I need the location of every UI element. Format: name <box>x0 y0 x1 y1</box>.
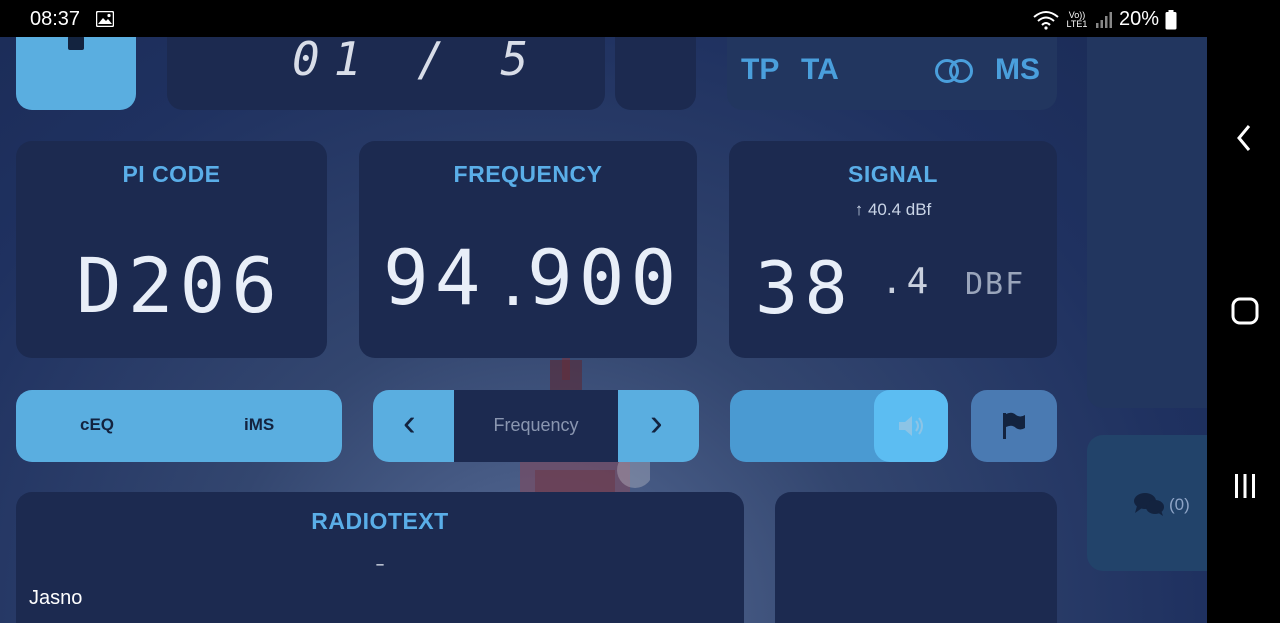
frequency-panel: FREQUENCY 94 . 900 <box>359 141 697 358</box>
ceq-button[interactable]: cEQ <box>80 415 114 435</box>
signal-peak-value: 40.4 dBf <box>867 200 932 219</box>
signal-title: SIGNAL <box>848 161 938 187</box>
chat-panel[interactable]: (0) <box>1087 435 1207 571</box>
pi-code-panel: PI CODE D206 <box>16 141 327 358</box>
chevron-right-icon: › <box>650 402 663 444</box>
chevron-left-icon: ‹ <box>403 402 416 444</box>
ta-indicator: TA <box>801 53 839 86</box>
volte-indicator: Vo)) LTE1 <box>1066 9 1088 29</box>
empty-panel-bottom <box>775 492 1057 623</box>
chat-count: (0) <box>1169 495 1190 514</box>
tp-indicator: TP <box>741 53 780 86</box>
recent-apps-icon[interactable] <box>1225 466 1265 506</box>
battery-percent: 20% <box>1118 8 1159 30</box>
next-frequency-button[interactable]: › <box>618 390 699 462</box>
back-icon[interactable] <box>1225 118 1265 158</box>
status-right: Vo)) LTE1 20% <box>1033 8 1177 31</box>
signal-integer: 38 <box>755 246 854 330</box>
weather-text: Jasno <box>29 587 83 609</box>
signal-fraction: .4 <box>881 261 933 302</box>
side-panel-top <box>1087 20 1207 408</box>
frequency-input-placeholder: Frequency <box>493 415 579 435</box>
chat-icon <box>1134 493 1164 516</box>
status-time: 08:37 <box>30 8 81 30</box>
flag-button[interactable] <box>971 390 1057 462</box>
frequency-stepper: ‹ Frequency › <box>373 390 699 462</box>
gallery-notification-icon <box>96 11 114 27</box>
navigation-bar <box>1207 0 1280 623</box>
radiotext-panel: RADIOTEXT – <box>16 492 744 623</box>
signal-panel: SIGNAL ↑ 40.4 dBf 38 .4 DBF <box>729 141 1057 358</box>
ims-button[interactable]: iMS <box>244 415 274 435</box>
ms-indicator: MS <box>995 53 1040 86</box>
pi-code-value: D206 <box>76 241 284 330</box>
signal-unit: DBF <box>965 267 1026 302</box>
radiotext-value: – <box>375 554 385 575</box>
signal-peak: ↑ 40.4 dBf <box>729 200 1057 220</box>
stereo-icon <box>935 59 973 83</box>
arrow-up-icon: ↑ <box>854 200 864 219</box>
prev-frequency-button[interactable]: ‹ <box>373 390 454 462</box>
frequency-title: FREQUENCY <box>453 161 603 187</box>
frequency-dot: . <box>495 250 532 320</box>
pi-code-title: PI CODE <box>122 161 221 187</box>
frequency-integer: 94 <box>383 233 487 322</box>
signal-bars-icon <box>1095 11 1112 28</box>
flag-icon <box>1003 412 1025 439</box>
eq-ims-group: cEQ iMS <box>16 390 342 462</box>
radiotext-title: RADIOTEXT <box>311 508 449 534</box>
volume-icon <box>899 416 923 436</box>
battery-icon <box>1165 9 1177 29</box>
status-bar: 08:37 Vo)) LTE1 20% <box>0 0 1207 37</box>
app-screen: 01 / 5 TP TA MS PI CODE D206 FREQUENCY 9… <box>0 0 1207 623</box>
home-icon[interactable] <box>1225 291 1265 331</box>
frequency-fraction: 900 <box>527 233 683 322</box>
ps-text: 01 / 5 <box>292 32 543 86</box>
menu-icon <box>68 36 84 50</box>
frequency-input[interactable]: Frequency <box>454 390 618 462</box>
wifi-icon <box>1033 10 1059 30</box>
volume-slider[interactable] <box>730 390 948 462</box>
volume-thumb[interactable] <box>874 390 948 462</box>
